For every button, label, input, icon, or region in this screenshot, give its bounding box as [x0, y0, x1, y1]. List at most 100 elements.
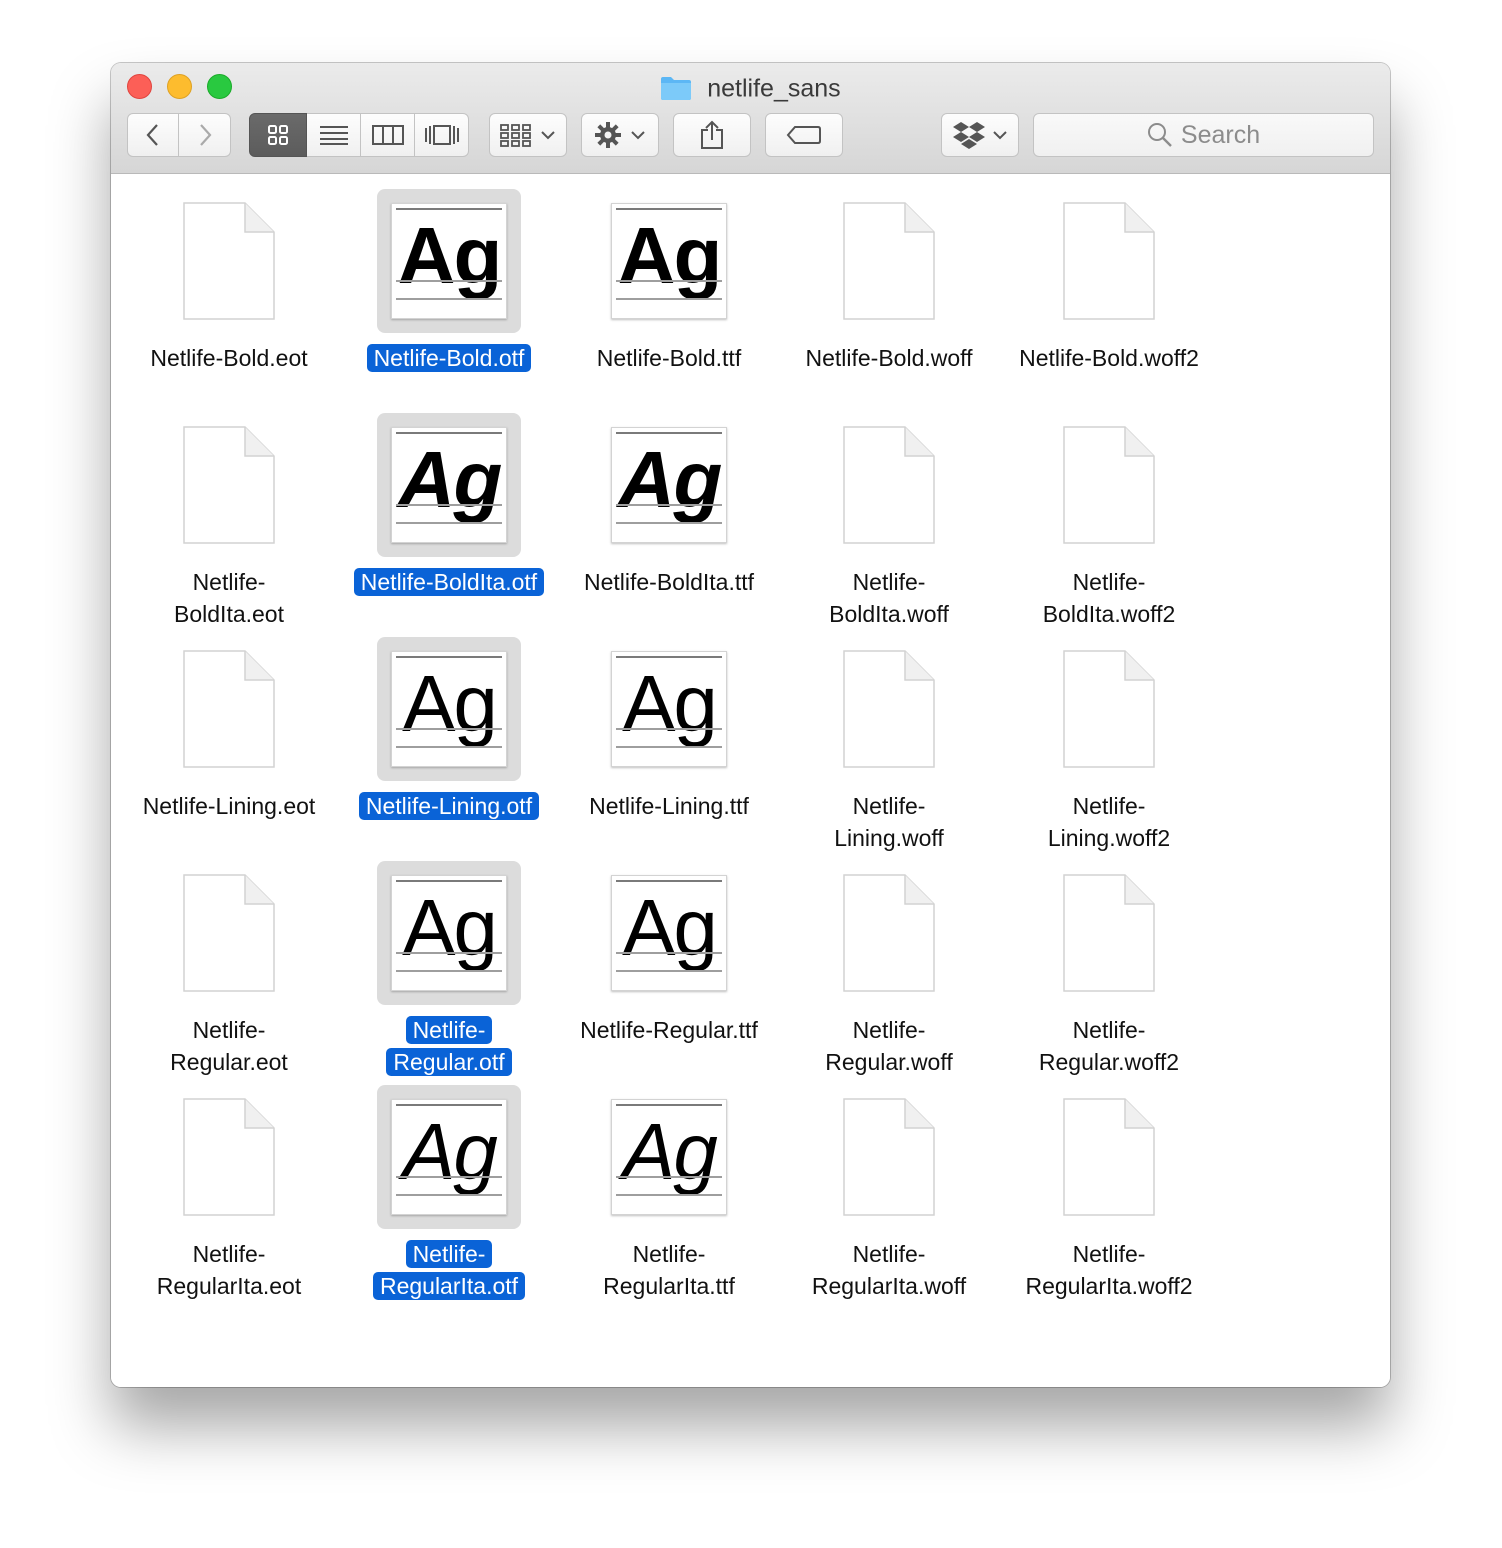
- file-name-label: Netlife-Lining.otf: [339, 790, 559, 822]
- file-item[interactable]: Netlife- BoldIta.eot: [119, 418, 339, 628]
- font-glyph-sample: Ag: [397, 211, 503, 300]
- font-glyph-sample: Ag: [622, 659, 718, 748]
- file-name-line: Regular.woff: [825, 1049, 953, 1075]
- file-item[interactable]: Netlife-Bold.eot: [119, 194, 339, 404]
- file-item[interactable]: Ag Netlife-BoldIta.ttf: [559, 418, 779, 628]
- toolbar: netlife_sans Search: [111, 63, 1390, 174]
- file-item[interactable]: Ag Netlife-Lining.otf: [339, 637, 559, 852]
- file-name-label: Netlife- Regular.woff2: [999, 1014, 1219, 1078]
- font-glyph-sample: Ag: [402, 883, 498, 972]
- file-name-line: Netlife-Bold.woff: [805, 345, 973, 371]
- font-glyph-sample: Ag: [617, 435, 723, 524]
- file-name-label: Netlife-Bold.woff: [779, 342, 999, 374]
- document-icon: [183, 874, 275, 992]
- file-item[interactable]: Netlife- Lining.woff: [779, 642, 999, 852]
- file-item[interactable]: Netlife- Regular.eot: [119, 866, 339, 1076]
- file-item[interactable]: Netlife- BoldIta.woff2: [999, 418, 1219, 628]
- file-item[interactable]: Netlife- Regular.woff2: [999, 866, 1219, 1076]
- back-button[interactable]: [127, 113, 179, 157]
- file-item[interactable]: Ag Netlife- Regular.otf: [339, 861, 559, 1078]
- view-mode-control: [249, 113, 469, 157]
- file-icon-container: Ag: [377, 637, 521, 781]
- file-item[interactable]: Netlife-Lining.eot: [119, 642, 339, 852]
- cover-flow-icon: [424, 125, 459, 145]
- action-button[interactable]: [581, 113, 659, 157]
- file-name-line: Netlife-: [852, 1241, 926, 1267]
- font-file-icon: Ag: [391, 427, 507, 543]
- file-name-line: Netlife-: [1072, 793, 1146, 819]
- forward-button[interactable]: [179, 113, 231, 157]
- file-name-label: Netlife- RegularIta.eot: [119, 1238, 339, 1302]
- file-icon-container: [1042, 642, 1176, 776]
- search-icon: [1147, 123, 1172, 147]
- font-file-icon: Ag: [391, 651, 507, 767]
- file-icon-grid: Netlife-Bold.eot Ag Netlife-Bold.otf Ag Netl…: [111, 174, 1390, 1387]
- file-name-line: Netlife-Lining.otf: [358, 792, 540, 820]
- file-name-line: Netlife-: [852, 569, 926, 595]
- file-item[interactable]: Netlife- RegularIta.eot: [119, 1090, 339, 1300]
- file-name-line: Netlife-: [852, 1017, 926, 1043]
- file-item[interactable]: Netlife- RegularIta.woff: [779, 1090, 999, 1300]
- chevron-down-icon: [631, 131, 645, 140]
- file-item[interactable]: Ag Netlife-Lining.ttf: [559, 642, 779, 852]
- file-item[interactable]: Ag Netlife- RegularIta.ttf: [559, 1090, 779, 1300]
- list-view-button[interactable]: [307, 113, 361, 157]
- file-icon-container: Ag: [602, 866, 736, 1000]
- file-icon-container: [822, 418, 956, 552]
- file-icon-container: Ag: [377, 413, 521, 557]
- file-item[interactable]: Netlife-Bold.woff2: [999, 194, 1219, 404]
- tags-button[interactable]: [765, 113, 843, 157]
- file-item[interactable]: Ag Netlife-Bold.ttf: [559, 194, 779, 404]
- file-item[interactable]: Netlife- Lining.woff2: [999, 642, 1219, 852]
- file-name-label: Netlife-Regular.ttf: [559, 1014, 779, 1046]
- file-name-line: Lining.woff: [834, 825, 944, 851]
- window-title: netlife_sans: [707, 74, 841, 103]
- file-name-line: Netlife-: [405, 1016, 493, 1044]
- file-name-label: Netlife-Bold.otf: [339, 342, 559, 374]
- file-item[interactable]: Netlife- RegularIta.woff2: [999, 1090, 1219, 1300]
- dropbox-button[interactable]: [941, 113, 1019, 157]
- file-name-line: Netlife-Bold.woff2: [1019, 345, 1199, 371]
- file-name-label: Netlife-BoldIta.otf: [339, 566, 559, 598]
- file-name-line: Netlife-Lining.eot: [142, 793, 316, 819]
- share-button[interactable]: [673, 113, 751, 157]
- file-item[interactable]: Ag Netlife-BoldIta.otf: [339, 413, 559, 628]
- file-name-line: Netlife-: [1072, 1241, 1146, 1267]
- file-item[interactable]: Netlife- Regular.woff: [779, 866, 999, 1076]
- file-name-line: Netlife-Lining.ttf: [589, 793, 749, 819]
- file-item[interactable]: Netlife-Bold.woff: [779, 194, 999, 404]
- document-icon: [843, 1098, 935, 1216]
- columns-icon: [371, 125, 404, 145]
- document-icon: [183, 202, 275, 320]
- file-name-label: Netlife-Lining.eot: [119, 790, 339, 822]
- file-icon-container: [822, 194, 956, 328]
- icon-view-button[interactable]: [249, 113, 307, 157]
- file-item[interactable]: Ag Netlife-Regular.ttf: [559, 866, 779, 1076]
- file-name-label: Netlife- RegularIta.ttf: [559, 1238, 779, 1302]
- cover-flow-view-button[interactable]: [415, 113, 469, 157]
- file-icon-container: [1042, 194, 1176, 328]
- font-file-icon: Ag: [611, 651, 727, 767]
- document-icon: [1063, 202, 1155, 320]
- icon-grid-icon: [268, 125, 288, 145]
- window-title-area: netlife_sans: [111, 71, 1390, 104]
- arrange-button[interactable]: [489, 113, 567, 157]
- navigation-buttons: [127, 113, 231, 157]
- file-name-line: BoldIta.woff2: [1042, 601, 1176, 627]
- file-name-label: Netlife- BoldIta.woff2: [999, 566, 1219, 630]
- file-icon-container: [1042, 418, 1176, 552]
- document-icon: [843, 426, 935, 544]
- file-name-label: Netlife- BoldIta.eot: [119, 566, 339, 630]
- file-item[interactable]: Netlife- BoldIta.woff: [779, 418, 999, 628]
- file-icon-container: [1042, 866, 1176, 1000]
- column-view-button[interactable]: [361, 113, 415, 157]
- file-item[interactable]: Ag Netlife-Bold.otf: [339, 189, 559, 404]
- search-field[interactable]: Search: [1033, 113, 1374, 157]
- file-name-label: Netlife- Regular.otf: [339, 1014, 559, 1078]
- document-icon: [183, 426, 275, 544]
- file-name-line: Netlife-: [192, 569, 266, 595]
- font-file-icon: Ag: [611, 203, 727, 319]
- file-item[interactable]: Ag Netlife- RegularIta.otf: [339, 1085, 559, 1300]
- file-icon-container: [162, 194, 296, 328]
- document-icon: [183, 650, 275, 768]
